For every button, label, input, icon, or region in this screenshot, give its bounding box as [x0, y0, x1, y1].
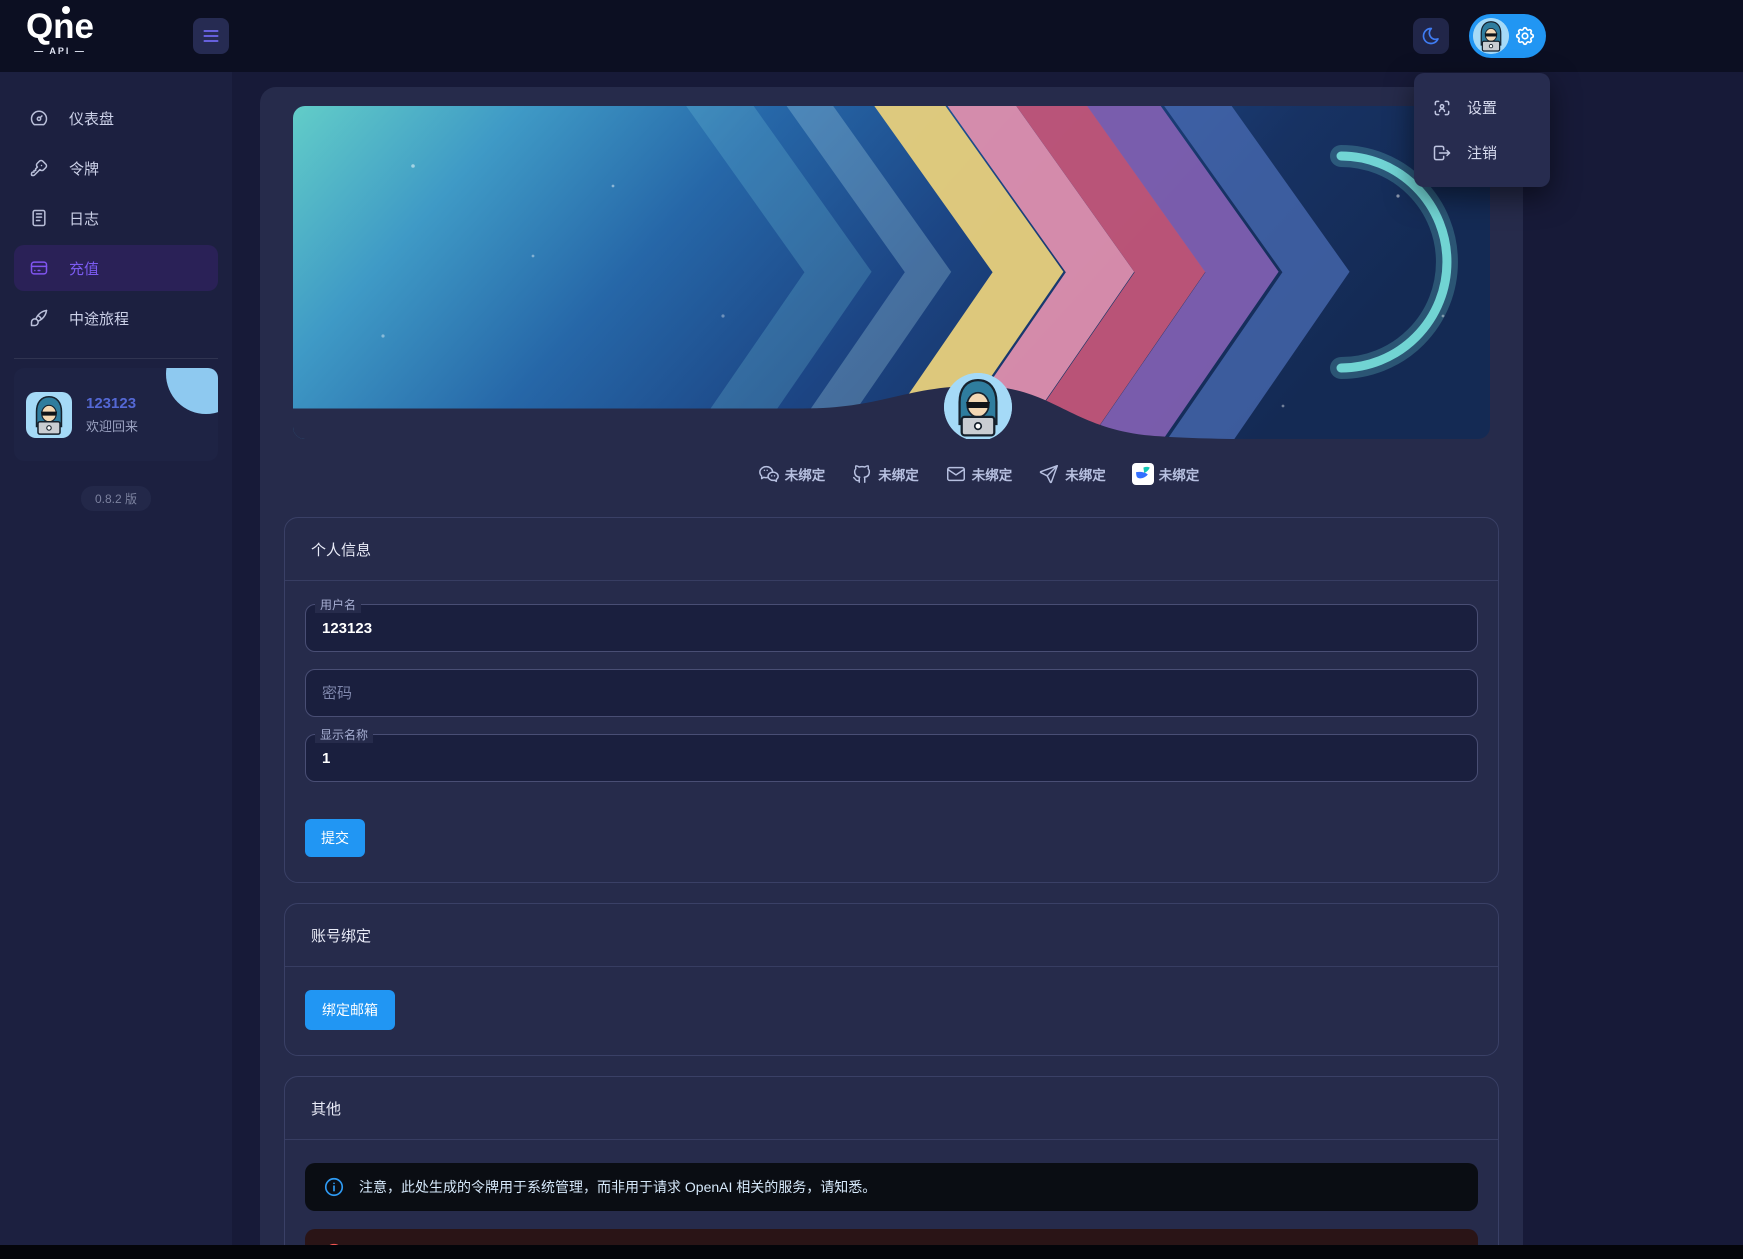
github-icon	[851, 463, 873, 485]
paintbrush-icon	[29, 308, 49, 328]
sidebar-item-label: 充值	[69, 258, 99, 279]
sidebar: 仪表盘 令牌 日志 充值	[0, 72, 232, 1259]
mail-icon	[945, 463, 967, 485]
other-body: 注意，此处生成的令牌用于系统管理，而非用于请求 OpenAI 相关的服务，请知悉…	[285, 1140, 1498, 1259]
header-actions	[1413, 18, 1449, 54]
brand-tagline: — API —	[22, 46, 98, 56]
username-field-group: 用户名	[305, 604, 1478, 652]
theme-toggle-button[interactable]	[1413, 18, 1449, 54]
display-name-label: 显示名称	[315, 726, 373, 743]
main-card: 未绑定 未绑定 未绑定 未绑定	[260, 87, 1523, 1259]
section-title: 账号绑定	[285, 904, 1498, 967]
sidebar-item-label: 仪表盘	[69, 108, 114, 129]
bottom-strip	[0, 1245, 1743, 1259]
credit-card-icon	[29, 258, 49, 278]
sidebar-item-label: 中途旅程	[69, 308, 129, 329]
token-info-alert: 注意，此处生成的令牌用于系统管理，而非用于请求 OpenAI 相关的服务，请知悉…	[305, 1163, 1478, 1211]
binding-badge-lark[interactable]: 未绑定	[1132, 463, 1200, 485]
account-binding-body: 绑定邮箱	[285, 967, 1498, 1055]
key-icon	[29, 158, 49, 178]
user-menu-button[interactable]	[1469, 14, 1546, 58]
menu-item-logout[interactable]: 注销	[1414, 130, 1550, 175]
moon-icon	[1421, 26, 1441, 46]
token-info-text: 注意，此处生成的令牌用于系统管理，而非用于请求 OpenAI 相关的服务，请知悉…	[359, 1176, 876, 1198]
lark-icon	[1132, 463, 1154, 485]
sidebar-user-greeting: 欢迎回来	[86, 416, 138, 435]
binding-status: 未绑定	[878, 464, 919, 484]
top-bar: Qne — API —	[0, 0, 1743, 72]
sidebar-item-label: 日志	[69, 208, 99, 229]
user-avatar	[1473, 18, 1509, 54]
sidebar-item-recharge[interactable]: 充值	[14, 245, 218, 291]
logs-icon	[29, 208, 49, 228]
sidebar-user-name: 123123	[86, 395, 138, 412]
username-input[interactable]	[305, 604, 1478, 652]
display-name-field-group: 显示名称	[305, 734, 1478, 782]
info-circle-icon	[323, 1176, 345, 1198]
binding-status: 未绑定	[785, 464, 826, 484]
version-wrap: 0.8.2 版	[0, 486, 232, 511]
display-name-input[interactable]	[305, 734, 1478, 782]
password-field-group	[305, 669, 1478, 717]
binding-badges-row: 未绑定 未绑定 未绑定 未绑定	[380, 462, 1577, 486]
telegram-send-icon	[1038, 463, 1060, 485]
profile-banner	[293, 106, 1490, 439]
page: Qne — API — 设置 注销	[0, 0, 1743, 1259]
binding-status: 未绑定	[1159, 464, 1200, 484]
banner-wave	[293, 379, 1490, 439]
bind-email-button[interactable]: 绑定邮箱	[305, 990, 395, 1030]
sidebar-nav: 仪表盘 令牌 日志 充值	[0, 72, 232, 341]
user-scan-icon	[1432, 98, 1452, 118]
hamburger-icon	[201, 26, 221, 46]
profile-avatar[interactable]	[944, 373, 1012, 439]
other-card: 其他 注意，此处生成的令牌用于系统管理，而非用于请求 OpenAI 相关的服务，…	[284, 1076, 1499, 1259]
brand-logo: Qne — API —	[22, 8, 98, 56]
sidebar-user-avatar	[26, 392, 72, 438]
sidebar-toggle-button[interactable]	[193, 18, 229, 54]
card-circle-decoration	[166, 368, 218, 414]
sidebar-item-label: 令牌	[69, 158, 99, 179]
sidebar-item-tokens[interactable]: 令牌	[14, 145, 218, 191]
logout-icon	[1432, 143, 1452, 163]
binding-status: 未绑定	[1065, 464, 1106, 484]
sidebar-item-logs[interactable]: 日志	[14, 195, 218, 241]
binding-status: 未绑定	[972, 464, 1013, 484]
binding-badge-github[interactable]: 未绑定	[851, 463, 919, 485]
sidebar-user-card[interactable]: 123123 欢迎回来	[14, 368, 218, 461]
sidebar-divider	[14, 358, 218, 359]
brand-name: Qne	[22, 8, 98, 46]
sidebar-item-dashboard[interactable]: 仪表盘	[14, 95, 218, 141]
wechat-icon	[758, 463, 780, 485]
username-label: 用户名	[315, 596, 361, 613]
brand-dot	[62, 6, 70, 14]
sidebar-item-midjourney[interactable]: 中途旅程	[14, 295, 218, 341]
section-title: 其他	[285, 1077, 1498, 1140]
menu-item-label: 注销	[1467, 142, 1497, 163]
menu-item-label: 设置	[1467, 97, 1497, 118]
version-badge: 0.8.2 版	[81, 486, 151, 511]
personal-info-body: 用户名 显示名称 提交	[285, 581, 1498, 882]
binding-badge-telegram[interactable]: 未绑定	[1038, 463, 1106, 485]
section-title: 个人信息	[285, 518, 1498, 581]
sidebar-user-info: 123123 欢迎回来	[86, 395, 138, 435]
settings-gear-icon	[1514, 25, 1536, 47]
personal-info-card: 个人信息 用户名 显示名称 提交	[284, 517, 1499, 883]
binding-badge-email[interactable]: 未绑定	[945, 463, 1013, 485]
binding-badge-wechat[interactable]: 未绑定	[758, 463, 826, 485]
password-input[interactable]	[305, 669, 1478, 717]
dashboard-gauge-icon	[29, 108, 49, 128]
sections: 个人信息 用户名 显示名称 提交	[284, 517, 1499, 1259]
account-binding-card: 账号绑定 绑定邮箱	[284, 903, 1499, 1056]
submit-button[interactable]: 提交	[305, 819, 365, 857]
menu-item-settings[interactable]: 设置	[1414, 85, 1550, 130]
user-dropdown-menu: 设置 注销	[1414, 73, 1550, 187]
